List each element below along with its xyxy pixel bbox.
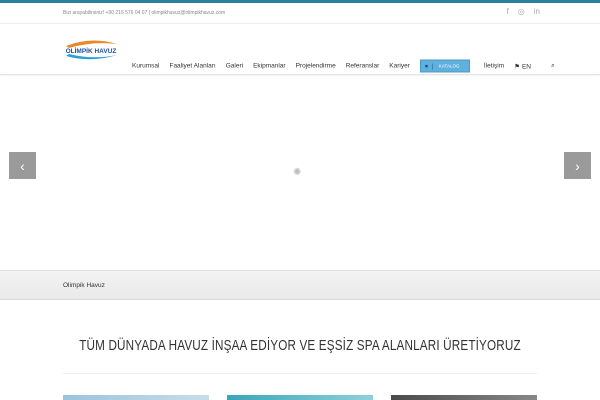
nav-kariyer[interactable]: Kariyer bbox=[389, 63, 410, 70]
book-icon: ■ bbox=[421, 63, 433, 69]
page-title: Olimpik Havuz bbox=[63, 282, 105, 289]
nav-referanslar[interactable]: Referanslar bbox=[346, 63, 380, 70]
nav-ekipmanlar[interactable]: Ekipmanlar bbox=[253, 63, 286, 70]
instagram-icon[interactable]: ◎ bbox=[518, 7, 525, 16]
nav-kurumsal[interactable]: Kurumsal bbox=[132, 63, 159, 70]
katalog-label: KATALOG bbox=[438, 63, 460, 69]
svg-text:OLİMPİK HAVUZ: OLİMPİK HAVUZ bbox=[66, 47, 117, 55]
gallery-image-1[interactable] bbox=[63, 395, 209, 400]
language-label: EN bbox=[521, 63, 531, 70]
linkedin-icon[interactable]: in bbox=[534, 7, 540, 16]
main-nav: Kurumsal Faaliyet Alanları Galeri Ekipma… bbox=[132, 59, 565, 73]
gallery-image-2[interactable] bbox=[227, 395, 373, 400]
section-heading: TÜM DÜNYADA HAVUZ İNŞAA EDİYOR VE EŞSİZ … bbox=[79, 337, 521, 354]
social-links: f ◎ in bbox=[507, 7, 540, 16]
loading-spinner-icon: ✺ bbox=[293, 167, 302, 178]
nav-iletisim[interactable]: İletişim bbox=[484, 63, 504, 70]
logo[interactable]: OLİMPİK HAVUZ bbox=[63, 37, 120, 63]
search-icon[interactable]: ⌕ bbox=[551, 62, 555, 70]
nav-projelendirme[interactable]: Projelendirme bbox=[296, 63, 336, 70]
nav-faaliyet-alanlari[interactable]: Faaliyet Alanları bbox=[169, 63, 215, 70]
slider-next-button[interactable]: › bbox=[564, 152, 591, 179]
nav-galeri[interactable]: Galeri bbox=[226, 63, 243, 70]
top-bar: Bizi arayabilirsiniz! +90 216 576 04 07 … bbox=[0, 3, 600, 24]
language-switch[interactable]: ⚑ EN bbox=[514, 62, 541, 70]
page-title-bar: Olimpik Havuz bbox=[0, 270, 600, 300]
gallery-image-3[interactable] bbox=[391, 395, 537, 400]
contact-info: Bizi arayabilirsiniz! +90 216 576 04 07 … bbox=[63, 10, 226, 16]
flag-icon: ⚑ bbox=[514, 63, 520, 70]
header: OLİMPİK HAVUZ Kurumsal Faaliyet Alanları… bbox=[0, 24, 600, 75]
slider-prev-button[interactable]: ‹ bbox=[9, 152, 36, 179]
katalog-button[interactable]: ■ KATALOG bbox=[419, 59, 470, 73]
divider bbox=[63, 373, 537, 374]
facebook-icon[interactable]: f bbox=[507, 7, 509, 16]
